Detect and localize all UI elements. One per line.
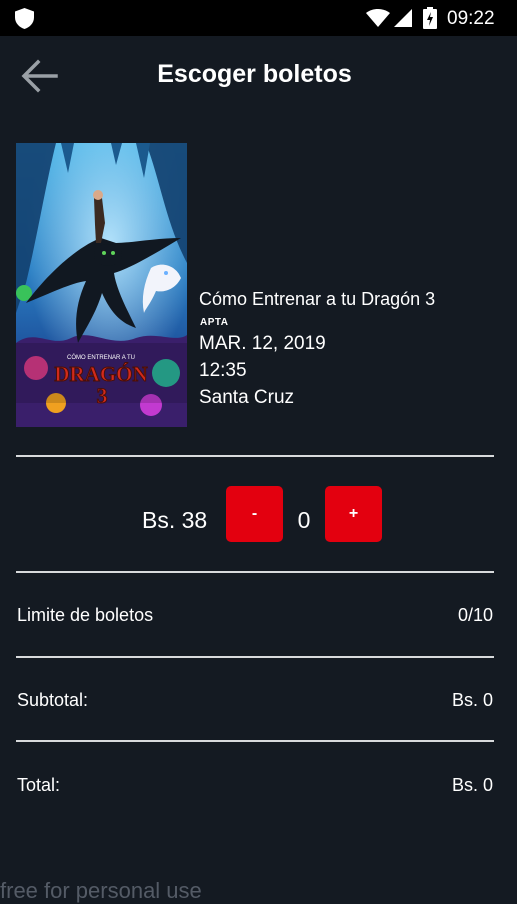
signal-icon bbox=[394, 9, 412, 27]
ticket-quantity: 0 bbox=[297, 507, 311, 533]
movie-poster: CÓMO ENTRENAR A TU DRAGÓN 3 bbox=[16, 143, 187, 427]
ticket-price: Bs. 38 bbox=[142, 507, 208, 533]
ticket-limit-label: Limite de boletos bbox=[17, 605, 154, 625]
divider bbox=[16, 571, 494, 573]
movie-time: 12:35 bbox=[199, 360, 247, 381]
divider bbox=[16, 656, 494, 658]
increase-quantity-button[interactable]: + bbox=[325, 486, 382, 542]
divider bbox=[16, 740, 494, 742]
poster-caption: CÓMO ENTRENAR A TU bbox=[67, 354, 135, 361]
poster-number: 3 bbox=[97, 383, 108, 408]
movie-date: MAR. 12, 2019 bbox=[199, 333, 326, 354]
movie-rating: APTA bbox=[200, 317, 229, 328]
decrease-quantity-button[interactable]: - bbox=[226, 486, 283, 542]
ticket-limit-value: 0/10 bbox=[457, 605, 493, 625]
movie-title: Cómo Entrenar a tu Dragón 3 bbox=[199, 289, 436, 309]
wifi-icon bbox=[366, 9, 390, 27]
movie-venue: Santa Cruz bbox=[199, 387, 295, 408]
page-title: Escoger boletos bbox=[157, 60, 352, 88]
watermark: free for personal use bbox=[0, 878, 202, 903]
subtotal-label: Subtotal: bbox=[17, 690, 89, 710]
status-time: 09:22 bbox=[447, 8, 495, 29]
battery-charging-icon bbox=[423, 7, 437, 29]
minus-label: - bbox=[251, 505, 258, 522]
divider bbox=[16, 455, 494, 457]
app-bar: Escoger boletos bbox=[0, 36, 517, 118]
subtotal-value: Bs. 0 bbox=[451, 690, 493, 710]
status-bar: 09:22 bbox=[0, 0, 517, 36]
plus-label: + bbox=[348, 505, 359, 522]
shield-icon bbox=[15, 8, 34, 29]
total-label: Total: bbox=[17, 775, 61, 795]
total-value: Bs. 0 bbox=[451, 775, 493, 795]
